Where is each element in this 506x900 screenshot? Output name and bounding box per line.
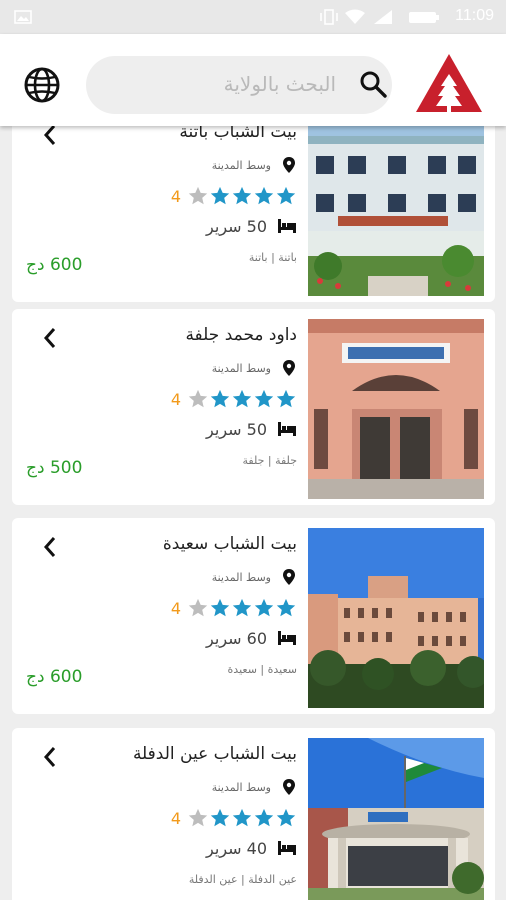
star-filled-icon [254,598,274,617]
star-rating [187,388,297,410]
chevron-left-icon[interactable] [42,126,58,146]
price: 500 دج [26,458,83,478]
star-filled-icon [254,186,274,205]
top-app-bar: البحث بالولاية [0,34,506,126]
location-row: وسط المدينة [212,156,297,174]
image-notification-icon [14,10,32,24]
hostel-photo [308,528,484,708]
location-text: وسط المدينة [211,780,271,794]
status-time: 11:09 [455,7,494,24]
rating-row: 4 [171,597,297,619]
star-filled-icon [210,186,230,205]
star-filled-icon [254,389,274,408]
star-filled-icon [276,186,296,205]
chevron-left-icon[interactable] [42,746,58,768]
price: 600 دج [26,255,83,275]
star-filled-icon [210,389,230,408]
bed-icon [278,631,296,645]
rating-value: 4 [170,808,181,828]
star-filled-icon [232,598,252,617]
location-pin-icon [283,569,295,585]
hostel-name: داود محمد جلفة [185,325,297,345]
star-filled-icon [210,598,230,617]
hostel-photo [308,319,484,499]
star-filled-icon [232,186,252,205]
location-row: وسط المدينة [212,778,297,796]
beds-row: 60 سرير [206,628,297,648]
location-pin-icon [283,360,295,376]
search-icon[interactable] [358,69,388,99]
rating-row: 4 [171,807,297,829]
hostel-photo [308,126,484,296]
star-filled-icon [254,808,274,827]
beds-row: 50 سرير [206,419,297,439]
vibrate-icon [320,9,338,25]
wifi-icon [345,9,365,24]
star-filled-icon [276,598,296,617]
rating-value: 4 [170,186,181,206]
star-filled-icon [232,389,252,408]
hostel-card[interactable]: بيت الشباب عين الدفلة وسط المدينة 4 40 س… [12,728,495,900]
star-filled-icon [276,808,296,827]
region-text: سعيدة | سعيدة [227,663,297,676]
app-logo [416,54,482,112]
star-filled-icon [210,808,230,827]
star-rating [187,807,297,829]
star-empty-icon [188,389,208,408]
globe-icon[interactable] [22,65,62,105]
signal-icon [374,10,392,24]
rating-value: 4 [170,389,181,409]
bed-icon [278,422,296,436]
star-rating [187,597,297,619]
star-rating [187,185,297,207]
search-bar[interactable]: البحث بالولاية [86,56,392,114]
location-pin-icon [283,157,295,173]
beds-count: 50 سرير [206,419,267,439]
hostel-name: بيت الشباب باتنة [179,126,297,142]
price: 600 دج [26,667,83,687]
hostel-name: بيت الشباب عين الدفلة [132,744,297,764]
beds-count: 60 سرير [206,628,267,648]
region-text: باتنة | باتنة [248,251,297,264]
star-filled-icon [276,389,296,408]
hostel-card[interactable]: داود محمد جلفة وسط المدينة 4 50 سرير جلف… [12,309,495,505]
rating-row: 4 [171,388,297,410]
battery-icon [409,12,439,23]
chevron-left-icon[interactable] [42,536,58,558]
hostel-list: بيت الشباب باتنة وسط المدينة 4 50 سرير ب… [0,126,506,900]
hostel-card[interactable]: بيت الشباب باتنة وسط المدينة 4 50 سرير ب… [12,126,495,302]
bed-icon [278,219,296,233]
star-filled-icon [232,808,252,827]
star-empty-icon [188,186,208,205]
location-text: وسط المدينة [211,361,271,375]
location-row: وسط المدينة [212,568,297,586]
location-text: وسط المدينة [211,158,271,172]
star-empty-icon [188,598,208,617]
beds-row: 50 سرير [206,216,297,236]
rating-row: 4 [171,185,297,207]
location-text: وسط المدينة [211,570,271,584]
hostel-name: بيت الشباب سعيدة [162,534,297,554]
rating-value: 4 [170,598,181,618]
beds-row: 40 سرير [206,838,297,858]
location-row: وسط المدينة [212,359,297,377]
status-bar: 11:09 [0,0,506,34]
hostel-card[interactable]: بيت الشباب سعيدة وسط المدينة 4 60 سرير س… [12,518,495,714]
region-text: جلفة | جلفة [242,454,297,467]
region-text: عين الدفلة | عين الدفلة [188,873,297,886]
star-empty-icon [188,808,208,827]
hostel-photo [308,738,484,900]
chevron-left-icon[interactable] [42,327,58,349]
search-placeholder: البحث بالولاية [223,72,336,96]
beds-count: 40 سرير [206,838,267,858]
location-pin-icon [283,779,295,795]
beds-count: 50 سرير [206,216,267,236]
bed-icon [278,841,296,855]
